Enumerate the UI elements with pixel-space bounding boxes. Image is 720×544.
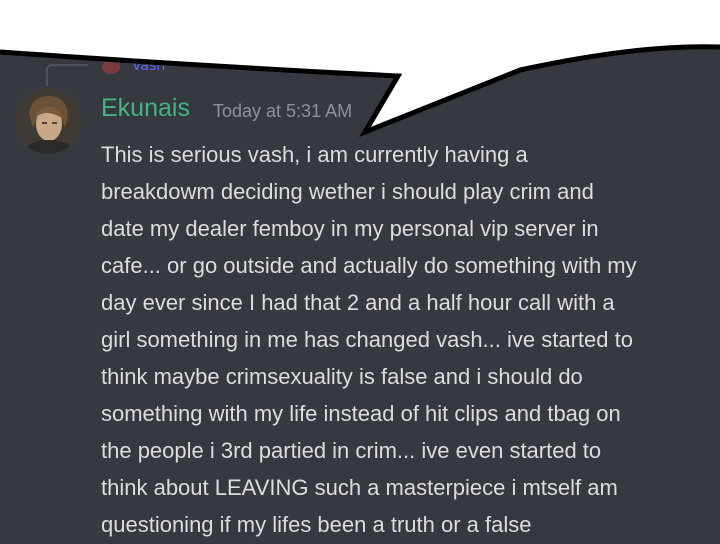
message-line: cafe... or go outside and actually do so… (101, 253, 637, 278)
message-line: the people i 3rd partied in crim... ive … (101, 438, 602, 463)
message-line: day ever since I had that 2 and a half h… (101, 290, 615, 315)
message-line: date my dealer femboy in my personal vip… (101, 216, 599, 241)
reply-preview[interactable]: Vash (46, 58, 216, 86)
message-content: This is serious vash, i am currently hav… (101, 136, 711, 543)
message-line: think about LEAVING such a masterpiece i… (101, 475, 618, 500)
message-line: something with my life instead of hit cl… (101, 401, 621, 426)
message-line: think maybe crimsexuality is false and i… (101, 364, 583, 389)
message-line: girl something in me has changed vash...… (101, 327, 633, 352)
user-avatar[interactable] (15, 88, 81, 154)
reply-username[interactable]: Vash (132, 58, 165, 74)
message-username[interactable]: Ekunais (101, 92, 190, 124)
message-line: This is serious vash, i am currently hav… (101, 142, 528, 167)
chat-view: Vash Ekunais Today at 5:31 AM This is se… (0, 0, 720, 544)
avatar-image (15, 88, 81, 154)
reply-connector-line (46, 64, 88, 86)
message-timestamp: Today at 5:31 AM (213, 101, 353, 121)
message-line: breakdowm deciding wether i should play … (101, 179, 594, 204)
message-line: questioning if my lifes been a truth or … (101, 512, 532, 537)
reply-avatar (102, 60, 120, 74)
